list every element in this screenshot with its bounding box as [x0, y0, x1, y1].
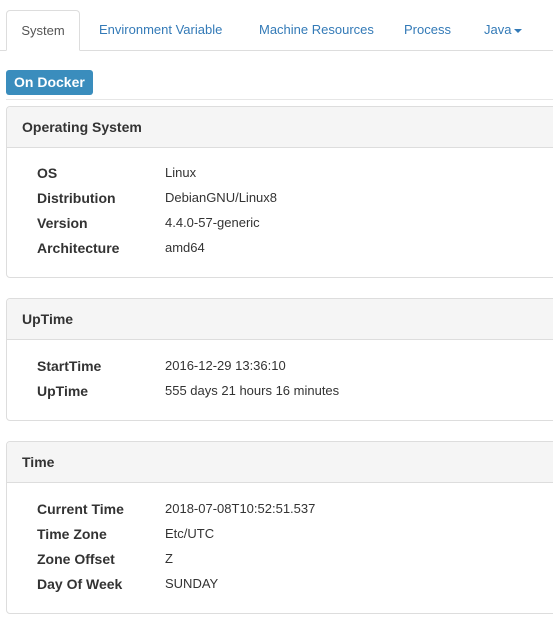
tab-process-label: Process [404, 22, 451, 37]
tab-system-label: System [21, 23, 65, 38]
info-key: StartTime [37, 358, 102, 374]
info-row: Current Time 2018-07-08T10:52:51.537 [7, 499, 553, 519]
info-key: Version [37, 215, 88, 231]
info-value: 2018-07-08T10:52:51.537 [165, 501, 316, 516]
info-key: OS [37, 165, 58, 181]
info-row: Day Of Week SUNDAY [7, 574, 553, 594]
info-value: Linux [165, 165, 197, 180]
info-key: Distribution [37, 190, 116, 206]
docker-status-badge-label: On Docker [14, 74, 85, 90]
info-value: DebianGNU/Linux8 [165, 190, 278, 205]
uptime-panel-heading: UpTime [7, 299, 553, 340]
info-value: SUNDAY [165, 576, 219, 591]
tab-machine-resources[interactable]: Machine Resources [259, 10, 374, 50]
tab-environment-variable-label: Environment Variable [99, 22, 223, 37]
info-value: Etc/UTC [165, 526, 215, 541]
tab-machine-resources-label: Machine Resources [259, 22, 374, 37]
tab-environment-variable[interactable]: Environment Variable [99, 10, 222, 50]
caret-down-icon [514, 28, 523, 33]
info-row: OS Linux [7, 163, 553, 183]
info-row: Architecture amd64 [7, 238, 553, 258]
tab-system[interactable]: System [6, 10, 80, 51]
tab-java-dropdown[interactable]: Java [484, 10, 523, 50]
time-panel-heading: Time [7, 442, 553, 483]
info-value: 555 days 21 hours 16 minutes [165, 383, 340, 398]
info-value: Z [165, 551, 173, 566]
operating-system-panel-heading: Operating System [7, 107, 553, 148]
info-key: UpTime [37, 383, 89, 399]
tab-java-label: Java [484, 22, 512, 37]
info-key: Architecture [37, 240, 120, 256]
info-value: 4.4.0-57-generic [165, 215, 260, 230]
info-key: Time Zone [37, 526, 107, 542]
divider [6, 99, 553, 100]
info-value: amd64 [165, 240, 205, 255]
info-row: Version 4.4.0-57-generic [7, 213, 553, 233]
info-row: StartTime 2016-12-29 13:36:10 [7, 356, 553, 376]
tab-process[interactable]: Process [404, 10, 451, 50]
operating-system-panel: Operating System OS Linux Distribution D… [6, 106, 553, 278]
nav-tabs: System Environment Variable Machine Reso… [0, 10, 553, 51]
info-row: Time Zone Etc/UTC [7, 524, 553, 544]
info-row: Distribution DebianGNU/Linux8 [7, 188, 553, 208]
uptime-panel: UpTime StartTime 2016-12-29 13:36:10 UpT… [6, 298, 553, 421]
info-key: Day Of Week [37, 576, 123, 592]
info-key: Zone Offset [37, 551, 115, 567]
time-panel: Time Current Time 2018-07-08T10:52:51.53… [6, 441, 553, 614]
docker-status-badge: On Docker [6, 70, 93, 95]
info-row: Zone Offset Z [7, 549, 553, 569]
info-value: 2016-12-29 13:36:10 [165, 358, 286, 373]
info-key: Current Time [37, 501, 124, 517]
info-row: UpTime 555 days 21 hours 16 minutes [7, 381, 553, 401]
